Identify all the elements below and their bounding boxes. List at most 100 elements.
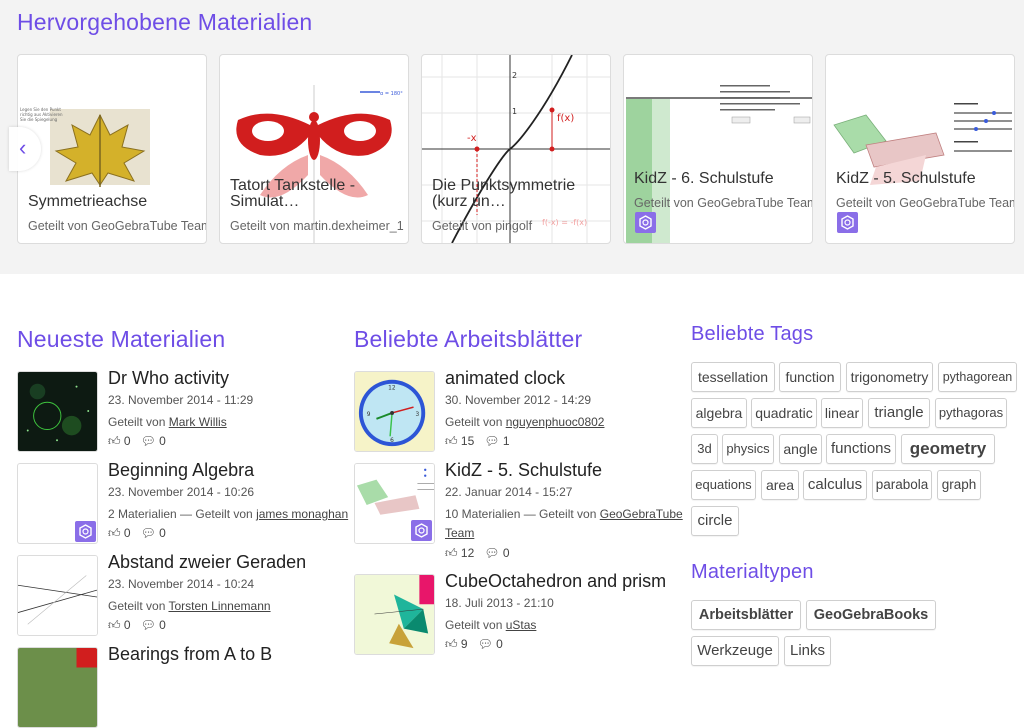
item-shared: Geteilt von nguyenphuoc0802 [445,415,605,429]
type-werkzeuge[interactable]: Werkzeuge [691,636,779,666]
svg-text:f(x): f(x) [557,113,574,124]
card-title: Die Punktsymmetrie (kurz un… [432,178,576,210]
newest-title: Neueste Materialien [17,326,226,352]
item-date: 23. November 2014 - 11:29 [108,393,254,407]
tag-graph[interactable]: graph [937,470,981,500]
author-link[interactable]: nguyenphuoc0802 [506,415,605,429]
author-link[interactable]: Torsten Linnemann [168,599,270,613]
item-title[interactable]: animated clock [445,368,565,389]
item-title[interactable]: CubeOctahedron and prism [445,571,666,592]
featured-card-kidz-6[interactable]: KidZ - 6. Schulstufe Geteilt von GeoGebr… [623,54,813,244]
item-stats: 👍︎ 0 💬︎ 0 [108,526,166,540]
item-title[interactable]: Dr Who activity [108,368,229,389]
item-stats: 👍︎ 9 💬︎ 0 [445,637,503,651]
comment-icon: 💬︎ [484,546,500,560]
item-stats: 👍︎ 15 💬︎ 1 [445,434,510,448]
item-thumbnail [17,463,98,544]
tag-algebra[interactable]: algebra [691,398,747,428]
comment-icon: 💬︎ [140,434,156,448]
item-stats: 👍︎ 0 💬︎ 0 [108,618,166,632]
comment-icon: 💬︎ [484,434,500,448]
author-link[interactable]: uStas [506,618,537,632]
card-title: Symmetrieachse [28,194,148,210]
card-title: Tatort Tankstelle - Simulat… [230,178,356,210]
featured-title: Hervorgehobene Materialien [17,9,313,35]
item-date: 18. Juli 2013 - 21:10 [445,596,554,610]
comment-icon: 💬︎ [140,618,156,632]
geogebrabook-icon [635,212,656,233]
card-shared-by: Geteilt von GeoGebraTube Team [634,196,813,210]
item-stats: 👍︎ 12 💬︎ 0 [445,546,510,560]
item-title[interactable]: Beginning Algebra [108,460,254,481]
featured-card-punktsymmetrie[interactable]: f(x) -x 2 1 f(-x) = -f(x) Die Punktsymme… [421,54,611,244]
item-title[interactable]: KidZ - 5. Schulstufe [445,460,602,481]
item-shared: 10 Materialien — Geteilt von GeoGebraTub… [445,507,683,540]
svg-text:1: 1 [512,107,517,116]
tag-triangle[interactable]: triangle [868,398,930,428]
svg-text:2: 2 [512,71,517,80]
tag-3d[interactable]: 3d [691,434,718,464]
tag-physics[interactable]: physics [722,434,774,464]
svg-text:12: 12 [388,386,396,392]
tag-linear[interactable]: linear [821,398,863,428]
chevron-left-icon: ‹ [19,135,27,160]
card-title: KidZ - 6. Schulstufe [634,171,774,187]
tag-equations[interactable]: equations [691,470,756,500]
item-thumbnail [354,574,435,655]
card-thumbnail: α = 180° [236,85,403,243]
svg-text:f(-x) = -f(x): f(-x) = -f(x) [542,218,587,227]
item-stats: 👍︎ 0 💬︎ 0 [108,434,166,448]
featured-card-tatort[interactable]: α = 180° Tatort Tankstelle - Simulat… Ge… [219,54,409,244]
tag-quadratic[interactable]: quadratic [751,398,817,428]
geogebrabook-icon [837,212,858,233]
featured-card-kidz-5[interactable]: KidZ - 5. Schulstufe Geteilt von GeoGebr… [825,54,1015,244]
card-thumbnail: Legen Sie den Punkt richtig aus Aktivier… [20,107,150,187]
type-geogebrabooks[interactable]: GeoGebraBooks [806,600,936,630]
comment-icon: 💬︎ [140,526,156,540]
thumbs-up-icon: 👍︎ [445,546,458,560]
item-shared: 2 Materialien — Geteilt von james monagh… [108,507,349,521]
card-title: KidZ - 5. Schulstufe [836,171,976,187]
author-link-cont[interactable]: Team [445,526,474,540]
tag-calculus[interactable]: calculus [803,470,867,500]
item-thumbnail [17,371,98,452]
thumbs-up-icon: 👍︎ [108,434,121,448]
thumbs-up-icon: 👍︎ [445,434,458,448]
tags-title: Beliebte Tags [691,323,814,345]
item-thumbnail: 12 3 6 9 [354,371,435,452]
tag-functions[interactable]: functions [826,434,896,464]
card-shared-by: Geteilt von GeoGebraTube Team [28,219,207,233]
type-links[interactable]: Links [784,636,831,666]
item-title[interactable]: Bearings from A to B [108,644,272,665]
featured-section: Hervorgehobene Materialien Legen Sie den… [0,0,1024,274]
tag-parabola[interactable]: parabola [872,470,932,500]
tag-pythagorean[interactable]: pythagorean [938,362,1017,392]
tag-geometry[interactable]: geometry [901,434,995,464]
tag-angle[interactable]: angle [779,434,822,464]
item-date: 30. November 2012 - 14:29 [445,393,592,407]
featured-card-symmetrieachse[interactable]: Legen Sie den Punkt richtig aus Aktivier… [17,54,207,244]
author-link[interactable]: Mark Willis [169,415,227,429]
tag-tessellation[interactable]: tessellation [691,362,775,392]
author-link[interactable]: james monaghan [256,507,348,521]
tag-circle[interactable]: circle [691,506,739,536]
card-shared-by: Geteilt von GeoGebraTube Team [836,196,1015,210]
types-title: Materialtypen [691,561,814,583]
item-date: 23. November 2014 - 10:24 [108,577,255,591]
thumbs-up-icon: 👍︎ [108,526,121,540]
type-arbeitsblaetter[interactable]: Arbeitsblätter [691,600,801,630]
tag-function[interactable]: function [779,362,841,392]
svg-text:Sie die Spiegelung: Sie die Spiegelung [20,117,58,122]
tag-area[interactable]: area [761,470,799,500]
tag-trigonometry[interactable]: trigonometry [846,362,933,392]
item-date: 23. November 2014 - 10:26 [108,485,255,499]
card-shared-by: Geteilt von pingolf [432,219,533,233]
svg-text:3: 3 [415,412,419,418]
item-title[interactable]: Abstand zweier Geraden [108,552,306,573]
item-shared: Geteilt von Torsten Linnemann [108,599,271,613]
svg-text:α = 180°: α = 180° [380,91,403,97]
geogebrabook-icon [75,521,96,542]
thumbs-up-icon: 👍︎ [108,618,121,632]
author-link[interactable]: GeoGebraTube [600,507,683,521]
tag-pythagoras[interactable]: pythagoras [935,398,1007,428]
